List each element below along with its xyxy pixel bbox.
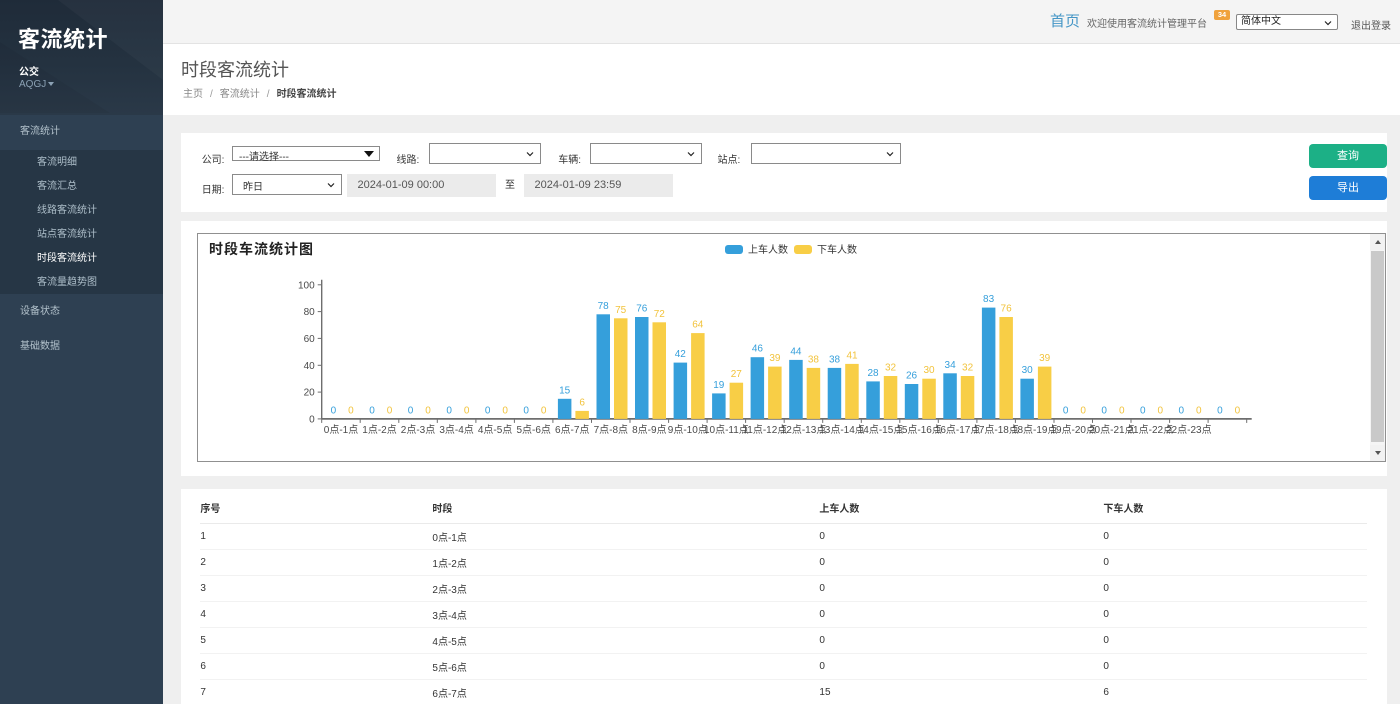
svg-text:83: 83	[983, 294, 995, 305]
svg-text:28: 28	[867, 368, 879, 379]
svg-text:0: 0	[387, 405, 393, 416]
svg-text:19: 19	[713, 380, 725, 391]
svg-text:64: 64	[692, 320, 704, 331]
svg-text:3点-4点: 3点-4点	[439, 424, 473, 436]
svg-text:46: 46	[752, 344, 764, 355]
svg-text:5点-6点: 5点-6点	[516, 424, 550, 436]
svg-text:38: 38	[829, 354, 841, 365]
svg-text:20: 20	[304, 388, 316, 399]
svg-text:32: 32	[962, 362, 974, 373]
svg-text:0: 0	[309, 414, 315, 425]
svg-text:22点-23点: 22点-23点	[1166, 424, 1212, 436]
svg-text:6: 6	[579, 397, 585, 408]
svg-text:0: 0	[446, 405, 452, 416]
svg-text:0: 0	[1140, 405, 1146, 416]
svg-text:4点-5点: 4点-5点	[478, 424, 512, 436]
svg-text:0: 0	[1063, 405, 1069, 416]
svg-text:0: 0	[1196, 405, 1202, 416]
svg-text:60: 60	[304, 334, 316, 345]
svg-text:42: 42	[675, 349, 687, 360]
svg-text:9点-10点: 9点-10点	[668, 424, 708, 436]
svg-text:32: 32	[885, 362, 897, 373]
svg-text:0: 0	[369, 405, 375, 416]
svg-text:0: 0	[348, 405, 354, 416]
svg-text:0: 0	[1158, 405, 1164, 416]
svg-text:0: 0	[1217, 405, 1223, 416]
svg-text:0: 0	[541, 405, 547, 416]
svg-text:34: 34	[945, 360, 957, 371]
svg-text:0: 0	[1101, 405, 1107, 416]
svg-text:0: 0	[1080, 405, 1086, 416]
svg-text:0点-1点: 0点-1点	[324, 424, 358, 436]
svg-text:100: 100	[298, 280, 315, 291]
svg-text:39: 39	[769, 353, 781, 364]
svg-text:15: 15	[559, 385, 571, 396]
svg-text:76: 76	[1001, 303, 1013, 314]
svg-text:72: 72	[654, 309, 666, 320]
svg-text:75: 75	[615, 305, 627, 316]
svg-text:7点-8点: 7点-8点	[594, 424, 628, 436]
svg-text:30: 30	[923, 365, 935, 376]
svg-text:39: 39	[1039, 353, 1051, 364]
svg-text:0: 0	[331, 405, 337, 416]
svg-text:38: 38	[808, 354, 820, 365]
svg-text:27: 27	[731, 369, 743, 380]
svg-text:0: 0	[1235, 405, 1241, 416]
svg-text:0: 0	[1179, 405, 1185, 416]
svg-text:0: 0	[1119, 405, 1125, 416]
svg-text:2点-3点: 2点-3点	[401, 424, 435, 436]
svg-text:76: 76	[636, 303, 648, 314]
svg-text:80: 80	[304, 307, 316, 318]
svg-text:6点-7点: 6点-7点	[555, 424, 589, 436]
svg-text:1点-2点: 1点-2点	[362, 424, 396, 436]
svg-text:40: 40	[304, 361, 316, 372]
svg-text:0: 0	[425, 405, 431, 416]
svg-text:44: 44	[790, 346, 802, 357]
svg-text:0: 0	[408, 405, 414, 416]
svg-text:0: 0	[485, 405, 491, 416]
svg-text:30: 30	[1022, 365, 1034, 376]
svg-text:0: 0	[464, 405, 470, 416]
svg-text:0: 0	[502, 405, 508, 416]
svg-text:41: 41	[846, 350, 858, 361]
svg-text:78: 78	[598, 301, 610, 312]
svg-text:8点-9点: 8点-9点	[632, 424, 666, 436]
svg-text:26: 26	[906, 370, 918, 381]
svg-text:0: 0	[523, 405, 529, 416]
